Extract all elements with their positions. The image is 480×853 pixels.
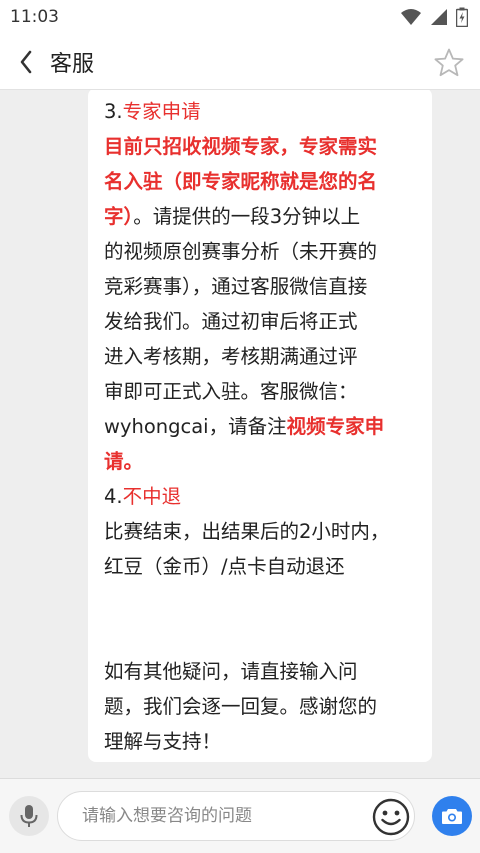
- wifi-icon: [401, 9, 421, 25]
- message-text-segment: 竞彩赛事），通过客服微信直接: [104, 275, 368, 298]
- message-text-segment: 目前只招收视频专家，专家需实: [104, 135, 378, 158]
- page-title: 客服: [50, 51, 95, 77]
- message-line: 名入驻（即专家昵称就是您的名: [104, 164, 420, 199]
- message-line: 比赛结束，出结果后的2小时内，: [104, 514, 420, 549]
- message-line: 3.专家申请: [104, 94, 420, 129]
- message-text-segment: 比赛结束，出结果后的2小时内，: [104, 520, 390, 543]
- message-text-segment: 。请提供的一段3分钟以上: [133, 205, 361, 228]
- camera-button[interactable]: [432, 796, 472, 836]
- message-line: 请。: [104, 444, 420, 479]
- message-text-segment: 如有其他疑问，请直接输入问: [104, 660, 358, 683]
- app-header: 客服: [0, 34, 480, 90]
- message-line: 如有其他疑问，请直接输入问: [104, 654, 420, 689]
- chat-area[interactable]: 3.专家申请 目前只招收视频专家，专家需实 名入驻（即专家昵称就是您的名 字）。请提供…: [0, 90, 480, 778]
- back-button[interactable]: [4, 34, 48, 90]
- message-line: 4.不中退: [104, 479, 420, 514]
- message-text-segment: 题，我们会逐一回复。感谢您的: [104, 695, 378, 718]
- message-line: 题，我们会逐一回复。感谢您的: [104, 689, 420, 724]
- message-text-segment: 3.: [104, 100, 123, 123]
- message-text-segment: wyhongcai，请备注: [104, 415, 287, 438]
- message-input[interactable]: [57, 791, 415, 841]
- message-text-segment: 名入驻（即专家昵称就是您的名: [104, 170, 378, 193]
- emoji-button[interactable]: [370, 796, 412, 838]
- status-time: 11:03: [10, 7, 59, 27]
- message-line: 理解与支持！: [104, 724, 420, 759]
- message-text-segment: 审即可正式入驻。客服微信：: [104, 380, 358, 403]
- message-text-segment: 请。: [104, 450, 144, 473]
- star-outline-icon: [434, 48, 464, 77]
- message-spacer: [104, 584, 420, 654]
- chevron-left-icon: [20, 50, 32, 73]
- message-line: 目前只招收视频专家，专家需实: [104, 129, 420, 164]
- battery-icon: [456, 7, 468, 27]
- smiley-icon: [372, 798, 410, 836]
- favorite-button[interactable]: [432, 46, 466, 80]
- voice-button[interactable]: [9, 796, 49, 836]
- message-text-segment: 发给我们。通过初审后将正式: [104, 310, 358, 333]
- status-icons: [400, 7, 468, 27]
- message-text-segment: 视频专家申: [286, 415, 385, 438]
- microphone-icon: [20, 805, 38, 827]
- message-text-segment: 进入考核期，考核期满通过评: [104, 345, 358, 368]
- message-line: 进入考核期，考核期满通过评: [104, 339, 420, 374]
- message-text-segment: 理解与支持！: [104, 730, 222, 753]
- message-line: 字）。请提供的一段3分钟以上: [104, 199, 420, 234]
- status-bar: 11:03: [0, 0, 480, 34]
- message-line: 审即可正式入驻。客服微信：: [104, 374, 420, 409]
- message-line: wyhongcai，请备注视频专家申: [104, 409, 420, 444]
- message-line: 发给我们。通过初审后将正式: [104, 304, 420, 339]
- message-text-segment: 的视频原创赛事分析（未开赛的: [104, 240, 378, 263]
- message-text-segment: 4.: [104, 485, 123, 508]
- signal-icon: [431, 9, 447, 25]
- camera-icon: [442, 809, 462, 824]
- message-line: 竞彩赛事），通过客服微信直接: [104, 269, 420, 304]
- message-line: 红豆（金币）/点卡自动退还: [104, 549, 420, 584]
- message-text-segment: 专家申请: [122, 100, 201, 123]
- input-bar: [0, 778, 480, 853]
- message-text-segment: 红豆（金币）/点卡自动退还: [104, 555, 345, 578]
- message-text-segment: 不中退: [122, 485, 182, 508]
- message-bubble: 3.专家申请 目前只招收视频专家，专家需实 名入驻（即专家昵称就是您的名 字）。请提供…: [88, 90, 432, 762]
- message-text-segment: 字）: [104, 205, 134, 228]
- message-line: 的视频原创赛事分析（未开赛的: [104, 234, 420, 269]
